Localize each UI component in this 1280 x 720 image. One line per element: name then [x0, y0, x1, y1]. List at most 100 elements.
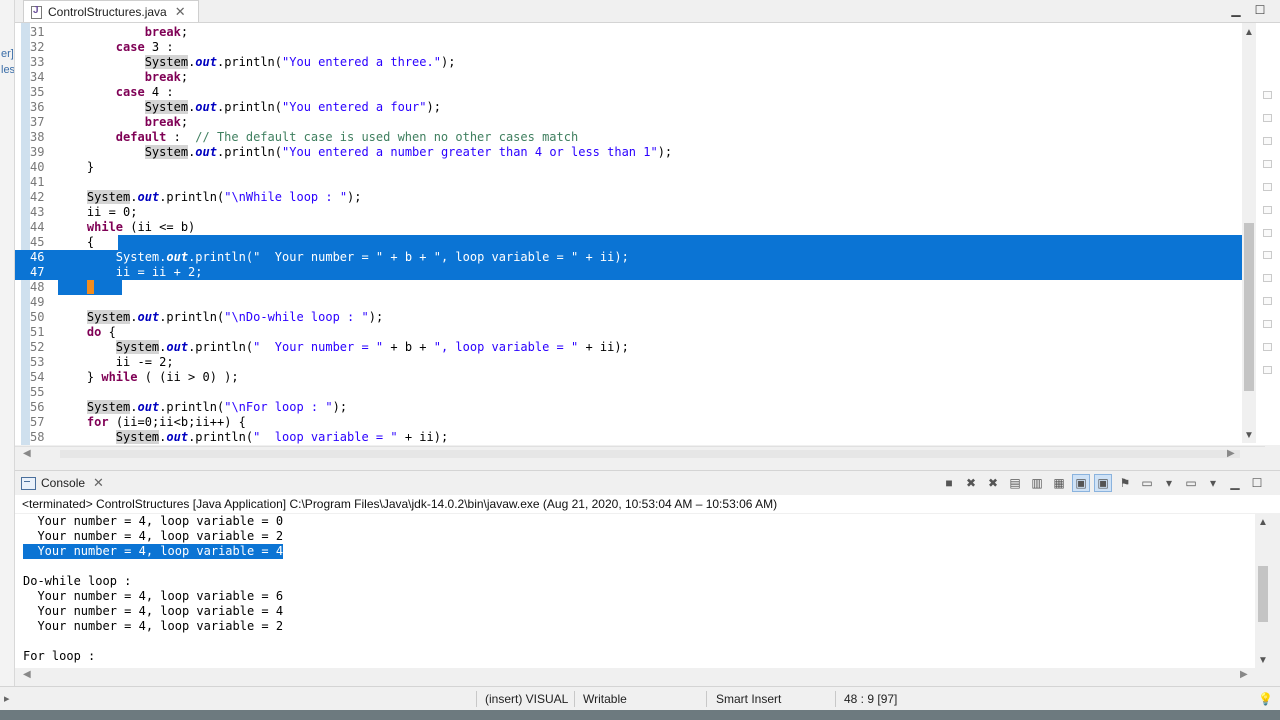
- code-token: .println(: [188, 340, 254, 354]
- pin-console-icon[interactable]: ⚑: [1116, 474, 1134, 492]
- scroll-right-icon[interactable]: ▶: [1240, 669, 1248, 680]
- display-console-icon[interactable]: ▭: [1138, 474, 1156, 492]
- code-line[interactable]: 42 System.out.println("\nWhile loop : ")…: [15, 190, 1242, 205]
- code-line[interactable]: 31 break;: [15, 25, 1242, 40]
- code-line[interactable]: 58 System.out.println(" loop variable = …: [15, 430, 1242, 445]
- scroll-up-icon[interactable]: ▲: [1258, 517, 1268, 528]
- overview-marker[interactable]: [1263, 297, 1272, 305]
- code-line[interactable]: 41: [15, 175, 1242, 190]
- maximize-icon[interactable]: ☐: [1252, 2, 1268, 18]
- scrollbar-thumb[interactable]: [1244, 223, 1254, 391]
- console-line[interactable]: Your number = 4, loop variable = 6: [23, 589, 283, 604]
- scroll-down-icon[interactable]: ▼: [1258, 655, 1268, 666]
- code-line[interactable]: 33 System.out.println("You entered a thr…: [15, 55, 1242, 70]
- code-line[interactable]: 34 break;: [15, 70, 1242, 85]
- editor-tab-controlstructures[interactable]: ControlStructures.java ✕: [23, 0, 199, 22]
- code-token: out: [137, 190, 160, 204]
- current-line-marker: [87, 280, 94, 294]
- code-line[interactable]: 32 case 3 :: [15, 40, 1242, 55]
- maximize-icon[interactable]: ☐: [1248, 474, 1266, 492]
- editor-vertical-scrollbar[interactable]: ▲ ▼: [1242, 23, 1256, 443]
- code-line[interactable]: 44 while (ii <= b): [15, 220, 1242, 235]
- scroll-lock-icon[interactable]: ▥: [1028, 474, 1046, 492]
- chevron-down-icon[interactable]: ▾: [1160, 474, 1178, 492]
- code-line[interactable]: 46 System.out.println(" Your number = " …: [15, 250, 1242, 265]
- console-line[interactable]: Your number = 4, loop variable = 2: [23, 619, 283, 634]
- show-on-output-icon[interactable]: ▣: [1072, 474, 1090, 492]
- overview-marker[interactable]: [1263, 366, 1272, 374]
- scrollbar-thumb[interactable]: [1258, 566, 1268, 622]
- overview-marker[interactable]: [1263, 160, 1272, 168]
- overview-marker[interactable]: [1263, 206, 1272, 214]
- console-horizontal-scrollbar[interactable]: ◀ ▶: [15, 668, 1255, 682]
- code-token: break: [144, 25, 181, 39]
- overview-marker[interactable]: [1263, 183, 1272, 191]
- overview-marker[interactable]: [1263, 320, 1272, 328]
- scroll-down-icon[interactable]: ▼: [1244, 430, 1254, 441]
- minimize-icon[interactable]: ▁: [1226, 474, 1244, 492]
- scroll-left-icon[interactable]: ◀: [23, 669, 31, 680]
- code-line[interactable]: 52 System.out.println(" Your number = " …: [15, 340, 1242, 355]
- overview-marker[interactable]: [1263, 251, 1272, 259]
- scroll-up-icon[interactable]: ▲: [1244, 27, 1254, 38]
- code-line[interactable]: 40 }: [15, 160, 1242, 175]
- scroll-right-icon[interactable]: ▶: [1227, 448, 1235, 459]
- close-icon[interactable]: ✕: [93, 475, 104, 491]
- lightbulb-icon[interactable]: 💡: [1258, 687, 1273, 711]
- console-output[interactable]: Your number = 4, loop variable = 0 Your …: [15, 514, 1255, 668]
- code-line[interactable]: 39 System.out.println("You entered a num…: [15, 145, 1242, 160]
- console-line[interactable]: Do-while loop :: [23, 574, 131, 589]
- code-line[interactable]: 45 {: [15, 235, 1242, 250]
- remove-launch-icon[interactable]: ✖: [962, 474, 980, 492]
- close-icon[interactable]: ✕: [175, 4, 186, 20]
- code-line[interactable]: 47 ii = ii + 2;: [15, 265, 1242, 280]
- code-token: .println(: [188, 430, 254, 444]
- code-line[interactable]: 57 for (ii=0;ii<b;ii++) {: [15, 415, 1242, 430]
- overview-marker[interactable]: [1263, 137, 1272, 145]
- code-line[interactable]: 49: [15, 295, 1242, 310]
- overview-marker[interactable]: [1263, 114, 1272, 122]
- console-line[interactable]: Your number = 4, loop variable = 0: [23, 514, 283, 529]
- tab-console[interactable]: Console ✕: [21, 473, 104, 493]
- code-line[interactable]: 43 ii = 0;: [15, 205, 1242, 220]
- code-line[interactable]: 55: [15, 385, 1242, 400]
- code-token: ii = 0;: [58, 205, 138, 219]
- line-number: 51: [30, 325, 45, 339]
- desktop-strip: [0, 710, 1280, 720]
- open-console-icon[interactable]: ▭: [1182, 474, 1200, 492]
- show-on-error-icon[interactable]: ▣: [1094, 474, 1112, 492]
- scroll-left-icon[interactable]: ◀: [23, 448, 31, 459]
- code-line[interactable]: 35 case 4 :: [15, 85, 1242, 100]
- code-line[interactable]: 51 do {: [15, 325, 1242, 340]
- code-line[interactable]: 36 System.out.println("You entered a fou…: [15, 100, 1242, 115]
- overview-marker[interactable]: [1263, 91, 1272, 99]
- console-line[interactable]: For loop :: [23, 649, 95, 664]
- minimize-icon[interactable]: ▁: [1228, 2, 1244, 18]
- code-line[interactable]: 54 } while ( (ii > 0) );: [15, 370, 1242, 385]
- code-line[interactable]: 38 default : // The default case is used…: [15, 130, 1242, 145]
- overview-marker[interactable]: [1263, 343, 1272, 351]
- overview-marker[interactable]: [1263, 229, 1272, 237]
- code-editor[interactable]: 31 break; 32 case 3 :33 System.out.printl…: [15, 23, 1280, 445]
- word-wrap-icon[interactable]: ▦: [1050, 474, 1068, 492]
- overview-marker[interactable]: [1263, 274, 1272, 282]
- code-token: out: [166, 430, 189, 444]
- console-vertical-scrollbar[interactable]: ▲ ▼: [1256, 514, 1270, 668]
- code-line[interactable]: 50 System.out.println("\nDo-while loop :…: [15, 310, 1242, 325]
- console-line[interactable]: Your number = 4, loop variable = 2: [23, 529, 283, 544]
- clear-console-icon[interactable]: ▤: [1006, 474, 1024, 492]
- console-line[interactable]: Your number = 4, loop variable = 4: [23, 544, 284, 559]
- chevron-down-icon[interactable]: ▾: [1204, 474, 1222, 492]
- code-line[interactable]: 53 ii -= 2;: [15, 355, 1242, 370]
- code-line[interactable]: 56 System.out.println("\nFor loop : ");: [15, 400, 1242, 415]
- remove-all-icon[interactable]: ✖: [984, 474, 1002, 492]
- code-line[interactable]: 48 }: [15, 280, 1242, 295]
- code-token: System: [144, 100, 189, 114]
- scrollbar-thumb[interactable]: [60, 450, 1240, 458]
- terminate-icon[interactable]: ■: [940, 474, 958, 492]
- editor-horizontal-scrollbar[interactable]: ◀ ▶: [15, 446, 1265, 461]
- code-line[interactable]: 37 break;: [15, 115, 1242, 130]
- console-line[interactable]: Your number = 4, loop variable = 4: [23, 604, 283, 619]
- expand-arrow-icon[interactable]: ▸: [4, 687, 10, 711]
